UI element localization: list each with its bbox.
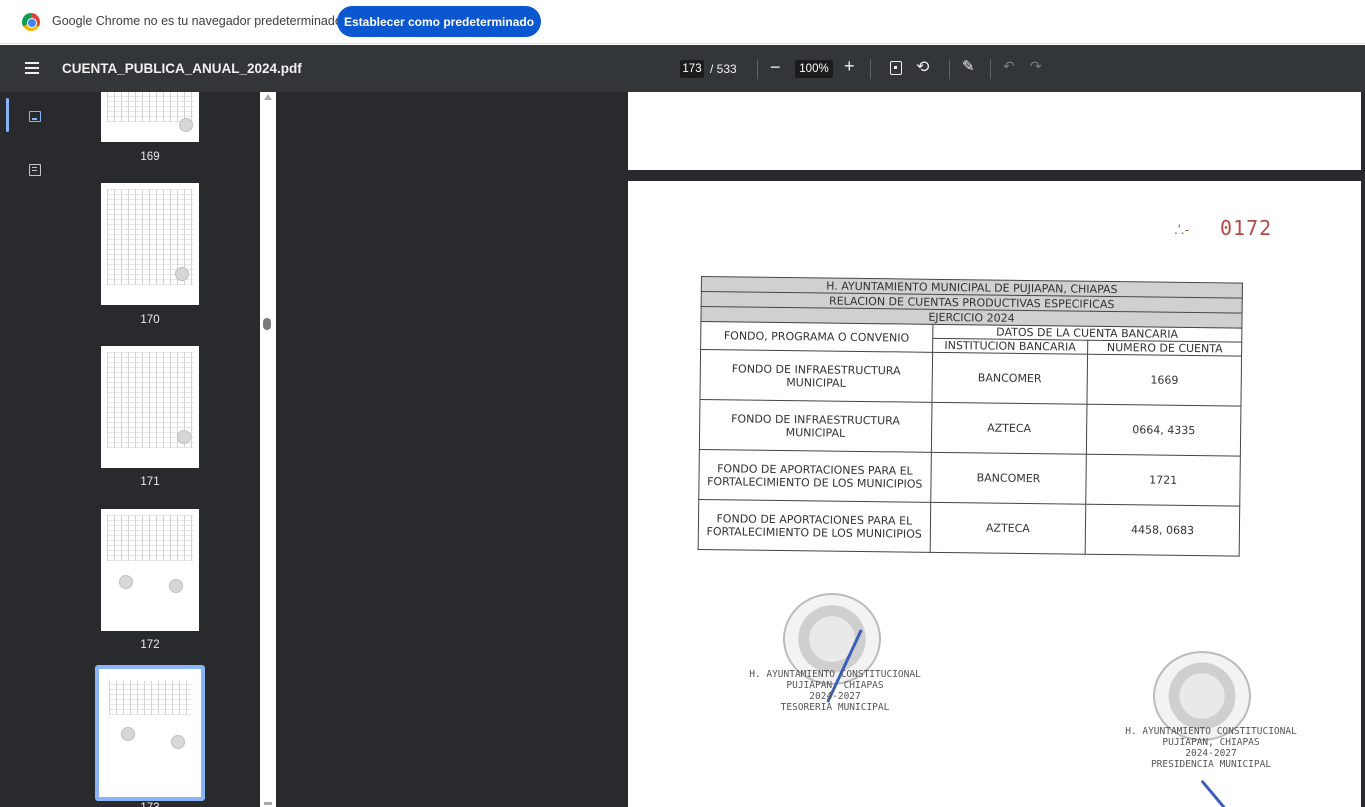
cell-numero: 1721 [1086,454,1241,507]
thumbnail-label: 172 [140,639,160,651]
cell-fondo: FONDO DE INFRAESTRUCTURA MUNICIPAL [699,349,933,403]
thumbnail-page-169[interactable] [101,92,199,142]
table-row: FONDO DE INFRAESTRUCTURA MUNICIPAL AZTEC… [699,399,1241,457]
set-default-button[interactable]: Establecer como predeterminado [337,6,541,37]
scroll-up-arrow[interactable] [264,94,272,100]
default-browser-infobar: Google Chrome no es tu navegador predete… [0,0,1365,44]
thumbnail-label: 169 [140,151,160,163]
thumbnail-label: 171 [140,476,160,488]
sidebar-rail [0,92,70,807]
toolbar-divider [990,59,991,79]
thumbnail-page-172[interactable] [101,509,199,631]
sidebar-scrollbar[interactable] [260,92,276,807]
page-number-input[interactable]: 173 [680,60,704,78]
zoom-out-button[interactable]: − [770,58,781,76]
active-indicator [6,98,9,132]
toolbar-divider [757,59,758,79]
seal-left-text: H. AYUNTAMIENTO CONSTITUCIONAL PUJIAPAN,… [749,669,921,713]
scroll-thumb[interactable] [263,318,271,330]
thumbnail-page-170[interactable] [101,183,199,305]
cell-institucion: BANCOMER [930,452,1087,505]
thumbnail-label: 170 [140,314,160,326]
table-row: FONDO DE INFRAESTRUCTURA MUNICIPAL BANCO… [699,349,1242,407]
cell-institucion: AZTECA [930,402,1088,455]
zoom-in-button[interactable]: + [844,56,855,77]
cell-numero: 4458, 0683 [1085,504,1240,557]
cell-fondo: FONDO DE APORTACIONES PARA EL FORTALECIM… [698,449,931,503]
chrome-logo-icon [22,13,40,31]
infobar-message: Google Chrome no es tu navegador predete… [52,14,342,28]
thumbnail-page-173-selected[interactable] [95,665,205,801]
thumbnail-list: 169 170 171 172 173 [70,92,260,807]
header-institucion: INSTITUCION BANCARIA [932,338,1089,355]
redo-icon[interactable]: ↷ [1030,58,1042,75]
header-numero: NUMERO DE CUENTA [1087,340,1242,357]
cell-numero: 0664, 4335 [1086,404,1241,457]
stamp-prefix: .'.- [1174,221,1190,237]
thumbnail-sidebar: 169 170 171 172 173 [0,92,276,807]
cell-numero: 1669 [1087,354,1242,407]
pdf-page-current: .'.- 0172 H. AYUNTAMIENTO MUNICIPAL DE P… [628,181,1361,807]
pdf-viewer: .'.- 0172 H. AYUNTAMIENTO MUNICIPAL DE P… [276,92,1365,807]
seal-right-text: H. AYUNTAMIENTO CONSTITUCIONAL PUJIAPAN,… [1125,726,1297,770]
table-row: FONDO DE APORTACIONES PARA EL FORTALECIM… [698,499,1240,557]
signature-right [1200,779,1229,807]
scroll-down-arrow[interactable] [264,802,272,805]
cell-institucion: AZTECA [929,502,1087,555]
menu-icon[interactable] [25,62,39,74]
rotate-icon[interactable]: ⟲ [916,57,929,77]
fit-page-icon[interactable] [890,61,902,75]
outline-icon[interactable] [29,164,41,176]
header-fondo: FONDO, PROGRAMA O CONVENIO [700,321,933,353]
page-stamp-number: 0172 [1220,216,1273,240]
cell-institucion: BANCOMER [931,352,1088,405]
cell-fondo: FONDO DE APORTACIONES PARA EL FORTALECIM… [698,499,931,553]
zoom-input[interactable]: 100% [795,60,833,78]
annotate-icon[interactable]: ✎ [962,57,975,75]
thumbnail-label: 173 [101,802,199,807]
accounts-table: H. AYUNTAMIENTO MUNICIPAL DE PUJIAPAN, C… [698,276,1243,557]
undo-icon[interactable]: ↶ [1003,58,1015,75]
cell-fondo: FONDO DE INFRAESTRUCTURA MUNICIPAL [699,399,932,453]
document-title: CUENTA_PUBLICA_ANUAL_2024.pdf [62,61,302,76]
pdf-toolbar: CUENTA_PUBLICA_ANUAL_2024.pdf 173 / 533 … [0,45,1365,92]
thumbnail-page-171[interactable] [101,346,199,468]
page-total: / 533 [710,62,737,76]
table-row: FONDO DE APORTACIONES PARA EL FORTALECIM… [698,449,1241,507]
pdf-page-previous [628,92,1361,170]
thumbnails-icon[interactable] [29,111,41,122]
toolbar-divider [949,59,950,79]
toolbar-divider [870,59,871,79]
